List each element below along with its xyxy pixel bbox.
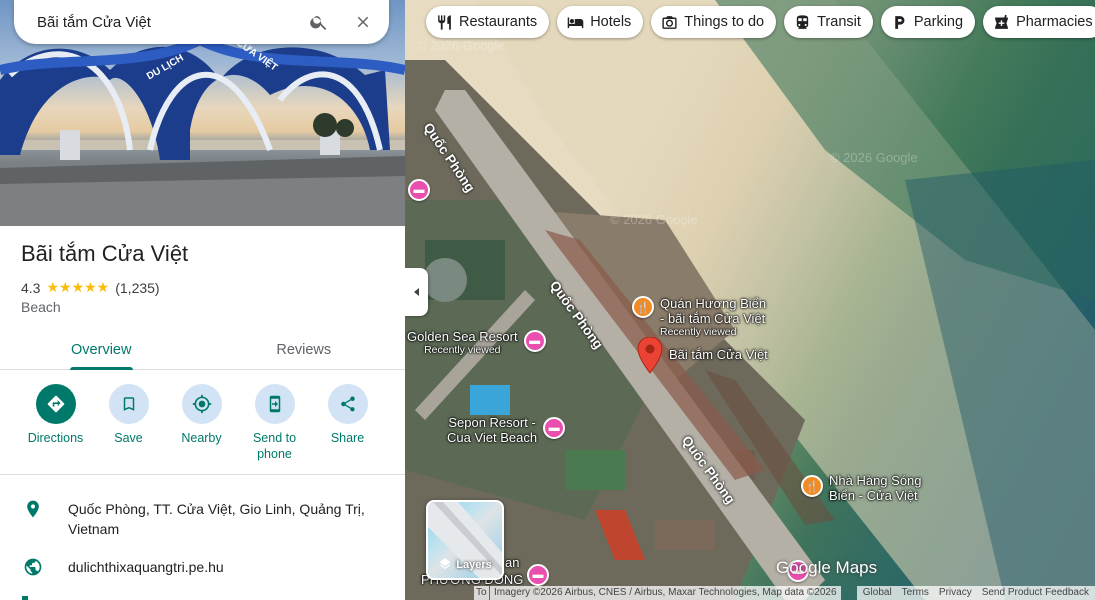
bed-icon: ▬ — [523, 330, 546, 352]
poi-name: Biển - Cửa Việt — [829, 488, 918, 503]
address-row[interactable]: Quốc Phòng, TT. Cửa Việt, Gio Linh, Quản… — [0, 499, 405, 539]
place-category[interactable]: Beach — [21, 299, 61, 315]
map-poi-sepon[interactable]: ▬ Sepon Resort - Cua Viet Beach — [447, 415, 566, 445]
chip-restaurants[interactable]: Restaurants — [426, 6, 550, 38]
camera-icon — [662, 15, 677, 29]
share-icon — [340, 396, 355, 412]
parking-icon — [895, 15, 905, 29]
review-count[interactable]: (1,235) — [115, 280, 159, 296]
maps-app: © 2026 Google © 2026 Google © 2026 Googl… — [0, 0, 1095, 600]
action-label: Share — [330, 431, 365, 445]
tab-reviews[interactable]: Reviews — [203, 330, 406, 369]
fork-knife-icon — [438, 14, 451, 30]
search-box[interactable]: Bãi tắm Cửa Việt — [14, 0, 389, 44]
layers-button[interactable]: Layers — [426, 500, 504, 580]
map-watermark: © 2026 Google — [610, 212, 698, 227]
send-to-phone-button[interactable]: Send to phone — [238, 384, 311, 462]
action-buttons: Directions Save Nearby Send to phone Sha… — [0, 384, 405, 462]
poi-name: Sepon Resort - — [448, 415, 536, 430]
category-chips: Restaurants Hotels Things to do Transit … — [426, 6, 1095, 38]
map-watermark: © 2026 Google — [830, 150, 918, 165]
tab-overview[interactable]: Overview — [0, 330, 203, 370]
map-attribution: Imagery ©2026 Airbus, CNES / Airbus, Max… — [490, 586, 841, 600]
triangle-left-icon — [413, 288, 419, 296]
chip-transit[interactable]: Transit — [784, 6, 873, 38]
map-poi-hotel[interactable]: ▬ — [527, 564, 549, 586]
map-poi-golden-sea[interactable]: ▬ Golden Sea Resort Recently viewed — [407, 329, 546, 356]
bed-icon: ▬ — [543, 417, 566, 439]
footer-link-global[interactable]: Global — [863, 586, 892, 600]
place-tabs: Overview Reviews — [0, 330, 405, 370]
chip-label: Pharmacies — [1016, 14, 1093, 30]
location-pin-icon — [22, 499, 44, 539]
footer-link-privacy[interactable]: Privacy — [939, 586, 972, 600]
attribution-fragment: To — [474, 586, 489, 600]
map-poi-nha-hang[interactable]: 🍴 Nhà Hàng Sóng Biển - Cửa Việt — [801, 473, 922, 503]
pharmacy-icon — [995, 14, 1008, 29]
directions-icon — [47, 395, 64, 413]
nearby-button[interactable]: Nearby — [165, 384, 238, 462]
place-panel: DU LỊCH CỬA VIỆT Bãi tắm Cửa Việt Bãi tắ… — [0, 0, 405, 600]
poi-name: Golden Sea Resort — [407, 329, 518, 344]
chip-label: Transit — [817, 14, 861, 30]
chip-parking[interactable]: Parking — [880, 6, 976, 38]
collapse-panel-button[interactable] — [405, 268, 428, 316]
action-label: Directions — [27, 431, 84, 445]
share-button[interactable]: Share — [311, 384, 384, 462]
rating-value: 4.3 — [21, 279, 41, 296]
fork-knife-icon: 🍴 — [801, 475, 823, 497]
map-footer: Imagery ©2026 Airbus, CNES / Airbus, Max… — [490, 586, 1095, 600]
chip-things-to-do[interactable]: Things to do — [651, 6, 777, 38]
close-icon[interactable] — [351, 10, 375, 34]
poi-name: Bãi tắm Cửa Việt — [669, 347, 768, 362]
google-maps-logo: Google Maps — [776, 558, 878, 577]
satellite-map[interactable]: © 2026 Google © 2026 Google © 2026 Googl… — [405, 0, 1095, 600]
selected-pin-icon — [637, 337, 663, 374]
globe-icon — [22, 557, 44, 577]
fork-knife-icon: 🍴 — [632, 296, 654, 318]
action-label: Save — [114, 431, 143, 445]
train-icon — [796, 14, 809, 29]
chip-label: Parking — [913, 14, 964, 30]
rating-row[interactable]: 4.3 ★★★★★ (1,235) — [21, 279, 160, 296]
map-watermark: © 2026 Google — [417, 38, 505, 53]
layers-icon — [440, 558, 451, 570]
search-input[interactable]: Bãi tắm Cửa Việt — [37, 14, 287, 31]
map-selected-place[interactable]: Bãi tắm Cửa Việt — [637, 337, 768, 375]
chip-pharmacies[interactable]: Pharmacies — [983, 6, 1095, 38]
send-to-phone-icon — [269, 395, 280, 413]
directions-button[interactable]: Directions — [19, 384, 92, 462]
next-row-icon — [22, 596, 28, 600]
chip-hotels[interactable]: Hotels — [557, 6, 644, 38]
poi-name: Cua Viet Beach — [447, 430, 538, 445]
website-link[interactable]: dulichthixaquangtri.pe.hu — [68, 557, 224, 577]
bed-icon: ▬ — [527, 564, 549, 586]
layers-label: Layers — [456, 559, 492, 571]
footer-link-terms[interactable]: Terms — [902, 586, 929, 600]
chip-label: Things to do — [684, 14, 765, 30]
place-title: Bãi tắm Cửa Việt — [21, 241, 189, 266]
map-poi-hotel[interactable]: ▬ — [408, 179, 430, 201]
poi-name: Quán Hương Biển — [660, 296, 767, 311]
action-label: Nearby — [181, 431, 222, 445]
bookmark-icon — [123, 397, 134, 411]
bed-icon — [567, 17, 584, 28]
star-rating-icon: ★★★★★ — [46, 279, 110, 295]
search-icon[interactable] — [307, 10, 331, 34]
poi-name: an — [505, 555, 520, 570]
map-poi-quan-huong-bien[interactable]: 🍴 Quán Hương Biển - bãi tắm Cửa Việt Rec… — [632, 296, 766, 338]
poi-name: - bãi tắm Cửa Việt — [660, 311, 766, 326]
chip-label: Restaurants — [459, 14, 538, 30]
nearby-icon — [192, 394, 211, 414]
website-row[interactable]: dulichthixaquangtri.pe.hu — [0, 557, 405, 577]
action-label: Send to phone — [252, 431, 297, 461]
poi-subtitle: Recently viewed — [424, 344, 501, 356]
chip-label: Hotels — [590, 14, 632, 30]
bed-icon: ▬ — [408, 179, 430, 201]
save-button[interactable]: Save — [92, 384, 165, 462]
footer-link-feedback[interactable]: Send Product Feedback — [982, 586, 1089, 600]
address-text: Quốc Phòng, TT. Cửa Việt, Gio Linh, Quản… — [68, 501, 365, 537]
poi-name: Nhà Hàng Sóng — [829, 473, 922, 488]
section-divider — [0, 474, 405, 475]
